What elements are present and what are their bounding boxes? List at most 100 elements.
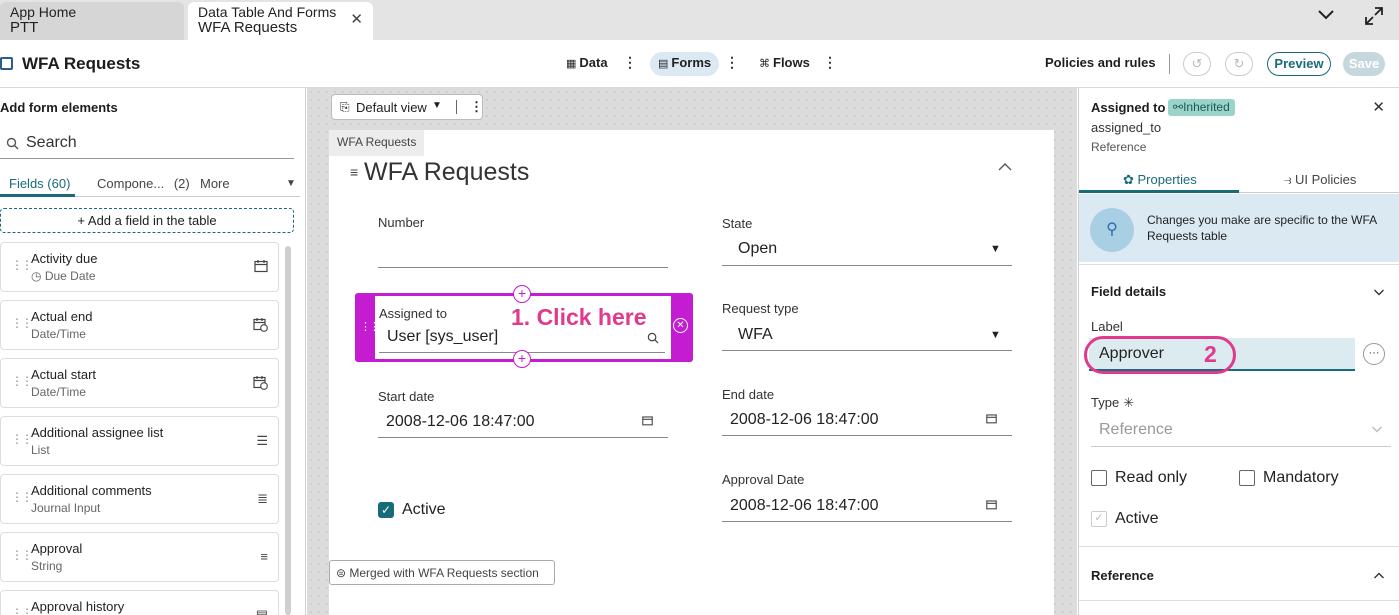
field-type: Date/Time [31, 385, 86, 399]
field-item[interactable]: ⋮⋮ Additional comments Journal Input ≣ [0, 474, 279, 524]
type-caption: Type ✳ [1091, 395, 1134, 411]
field-item[interactable]: ⋮⋮ Additional assignee list List ☰ [0, 416, 279, 466]
add-below-icon[interactable]: + [513, 350, 531, 368]
view-label: Default view [356, 100, 427, 115]
field-details-header[interactable]: Field details [1091, 284, 1166, 299]
section-handle-icon[interactable]: ≡ [350, 164, 358, 180]
chevron-up-icon[interactable] [1373, 570, 1385, 584]
view-selector[interactable]: ⎘ Default view ▼ ⋮ [331, 94, 483, 120]
preview-button[interactable]: Preview [1267, 52, 1331, 76]
calendar-icon[interactable] [642, 415, 653, 429]
reference-section-header[interactable]: Reference [1091, 568, 1154, 583]
search-input[interactable]: Search [26, 134, 77, 152]
search-icon [6, 137, 19, 153]
approval-date-input[interactable]: 2008-12-06 18:47:00 [730, 497, 879, 515]
divider [1079, 264, 1399, 265]
request-type-select[interactable]: WFA [738, 326, 773, 344]
field-item[interactable]: ⋮⋮ Activity due ◷ Due Date [0, 242, 279, 292]
field-item[interactable]: ⋮⋮ Approval String ≡ [0, 532, 279, 582]
nav-flows-label: Flows [773, 55, 810, 70]
state-select[interactable]: Open [738, 240, 777, 258]
merged-label: Merged with WFA Requests section [349, 566, 539, 580]
chevron-down-icon[interactable] [1373, 286, 1385, 300]
caret-down-icon[interactable]: ▼ [286, 178, 296, 189]
history-icon: ▤ [255, 607, 268, 615]
view-icon: ⎘ [340, 100, 350, 114]
nav-flows[interactable]: ⌘ Flows [751, 52, 818, 76]
scrollbar[interactable] [285, 246, 291, 615]
type-underline [1091, 446, 1391, 447]
required-icon: ✳ [1123, 395, 1135, 410]
tab-title: App Home [10, 4, 77, 20]
field-item[interactable]: ⋮⋮ Approval history ▤ [0, 590, 279, 615]
close-tab-icon[interactable]: ✕ [350, 12, 363, 28]
caret-down-icon: ▼ [432, 100, 442, 111]
tab-ui-policies[interactable]: ⥽ UI Policies [1284, 172, 1356, 188]
number-field[interactable] [378, 267, 668, 268]
redo-icon[interactable]: ↻ [1225, 52, 1253, 76]
undo-icon[interactable]: ↺ [1183, 52, 1211, 76]
start-date-label: Start date [378, 389, 435, 404]
tab-fields[interactable]: Fields (60) [9, 176, 70, 191]
field-name: Actual start [31, 367, 97, 382]
divider [1079, 546, 1399, 547]
drag-handle-icon[interactable]: ⋮⋮ [11, 432, 33, 446]
tab-app-home[interactable]: App Home PTT [0, 2, 184, 40]
close-icon[interactable]: ✕ [1372, 98, 1385, 116]
chevron-up-icon[interactable] [997, 160, 1013, 178]
field-column-type: Reference [1091, 140, 1147, 154]
search-icon[interactable] [647, 331, 659, 349]
calendar-icon[interactable] [986, 499, 997, 513]
tab-more[interactable]: More [200, 176, 230, 191]
more-options-icon[interactable]: ··· [1363, 343, 1385, 365]
tab-data-table-forms[interactable]: Data Table And Forms WFA Requests ✕ [188, 2, 373, 40]
forms-more-icon[interactable]: ⋮ [725, 54, 739, 71]
inherited-badge: ⚯Inherited [1168, 99, 1235, 116]
badge-label: Inherited [1183, 100, 1230, 114]
tab-subtitle: PTT [10, 19, 39, 36]
chevron-down-icon[interactable] [1316, 4, 1336, 29]
tab-components[interactable]: Compone... (2) [97, 176, 190, 191]
tab-properties[interactable]: ✿ Properties [1123, 172, 1197, 188]
nav-forms[interactable]: ▤ Forms [650, 52, 720, 76]
flows-more-icon[interactable]: ⋮ [823, 54, 837, 71]
add-field-button[interactable]: + Add a field in the table [0, 208, 294, 233]
data-more-icon[interactable]: ⋮ [623, 54, 637, 71]
drag-handle-icon[interactable]: ⋮⋮ [11, 548, 33, 562]
drag-handle-icon[interactable]: ⋮⋮ [11, 258, 33, 272]
read-only-checkbox[interactable] [1091, 470, 1107, 486]
field-name: Additional assignee list [31, 425, 164, 440]
tab-components-count: (2) [173, 176, 190, 191]
expand-icon[interactable] [1364, 6, 1384, 31]
panel-title: Add form elements [0, 100, 118, 115]
drag-handle-icon[interactable]: ⋮⋮ [11, 316, 33, 330]
journal-icon: ≣ [257, 491, 268, 506]
view-more-icon[interactable]: ⋮ [470, 99, 483, 115]
field-type: List [31, 443, 50, 457]
drag-handle-icon[interactable]: ⋮⋮ [11, 606, 33, 615]
active-checkbox[interactable]: ✓ [378, 502, 394, 518]
field-item[interactable]: ⋮⋮ Actual start Date/Time [0, 358, 279, 408]
annotation-step-2: 2 [1204, 341, 1217, 367]
divider [456, 100, 457, 114]
start-date-input[interactable]: 2008-12-06 18:47:00 [386, 413, 535, 431]
active-tab-indicator [1079, 190, 1239, 193]
save-button[interactable]: Save [1343, 52, 1385, 76]
drag-handle-icon[interactable]: ⋮⋮ [11, 374, 33, 388]
mandatory-label: Mandatory [1263, 469, 1339, 486]
nav-data[interactable]: ▦ Data [558, 52, 616, 76]
calendar-icon[interactable] [986, 413, 997, 427]
chevron-down-icon [1371, 423, 1383, 437]
add-above-icon[interactable]: + [513, 285, 531, 303]
drag-handle-icon[interactable]: ⋮⋮ [11, 490, 33, 504]
divider [1079, 600, 1399, 601]
info-text: Changes you make are specific to the WFA… [1147, 213, 1377, 243]
end-date-input[interactable]: 2008-12-06 18:47:00 [730, 411, 879, 429]
field-item[interactable]: ⋮⋮ Actual end Date/Time [0, 300, 279, 350]
mandatory-checkbox[interactable] [1239, 470, 1255, 486]
policies-and-rules-link[interactable]: Policies and rules [1045, 55, 1156, 70]
section-title: WFA Requests [364, 158, 530, 186]
remove-field-icon[interactable]: ✕ [673, 318, 688, 333]
assigned-to-input[interactable]: User [sys_user] [387, 328, 498, 346]
table-icon: ▦ [566, 58, 577, 70]
